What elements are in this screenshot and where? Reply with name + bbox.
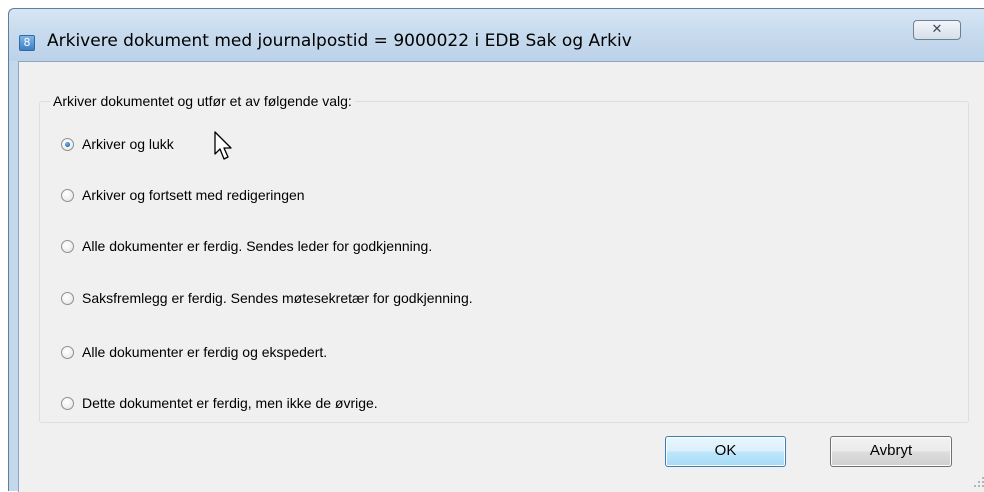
radio-button[interactable] — [61, 291, 74, 305]
option-dette-dokumentet-ferdig[interactable]: Dette dokumentet er ferdig, men ikke de … — [61, 393, 378, 413]
cancel-button[interactable]: Avbryt — [830, 436, 952, 467]
close-button[interactable]: ✕ — [913, 20, 961, 40]
radio-button[interactable] — [61, 396, 74, 410]
app-icon: 8 — [19, 35, 35, 51]
resize-grip-icon[interactable] — [974, 477, 984, 487]
option-label: Alle dokumenter er ferdig og ekspedert. — [82, 344, 328, 360]
option-arkiver-og-lukk[interactable]: Arkiver og lukk — [61, 134, 174, 154]
dialog-body: Arkiver dokumentet og utfør et av følgen… — [18, 61, 984, 492]
option-ferdig-og-ekspedert[interactable]: Alle dokumenter er ferdig og ekspedert. — [61, 342, 327, 362]
option-sendes-leder[interactable]: Alle dokumenter er ferdig. Sendes leder … — [61, 236, 432, 256]
option-arkiver-og-fortsett[interactable]: Arkiver og fortsett med redigeringen — [61, 185, 305, 205]
ok-button[interactable]: OK — [665, 436, 786, 467]
radio-button[interactable] — [61, 239, 74, 253]
option-label: Alle dokumenter er ferdig. Sendes leder … — [82, 238, 433, 254]
mouse-pointer-icon — [214, 131, 232, 160]
option-sendes-motesekretaer[interactable]: Saksfremlegg er ferdig. Sendes møtesekre… — [61, 288, 473, 308]
radio-button[interactable] — [61, 188, 74, 202]
title-bar[interactable]: 8 Arkivere dokument med journalpostid = … — [9, 9, 984, 61]
option-label: Dette dokumentet er ferdig, men ikke de … — [82, 395, 378, 411]
option-label: Arkiver og lukk — [82, 136, 174, 152]
window-title: Arkivere dokument med journalpostid = 90… — [47, 31, 632, 51]
option-label: Saksfremlegg er ferdig. Sendes møtesekre… — [82, 290, 473, 306]
radio-button[interactable] — [61, 345, 74, 359]
groupbox-legend: Arkiver dokumentet og utfør et av følgen… — [50, 93, 355, 109]
options-groupbox: Arkiver dokumentet og utfør et av følgen… — [39, 93, 969, 423]
radio-button[interactable] — [61, 137, 74, 151]
dialog-window: 8 Arkivere dokument med journalpostid = … — [8, 8, 984, 492]
option-label: Arkiver og fortsett med redigeringen — [82, 187, 305, 203]
close-icon: ✕ — [931, 22, 943, 37]
